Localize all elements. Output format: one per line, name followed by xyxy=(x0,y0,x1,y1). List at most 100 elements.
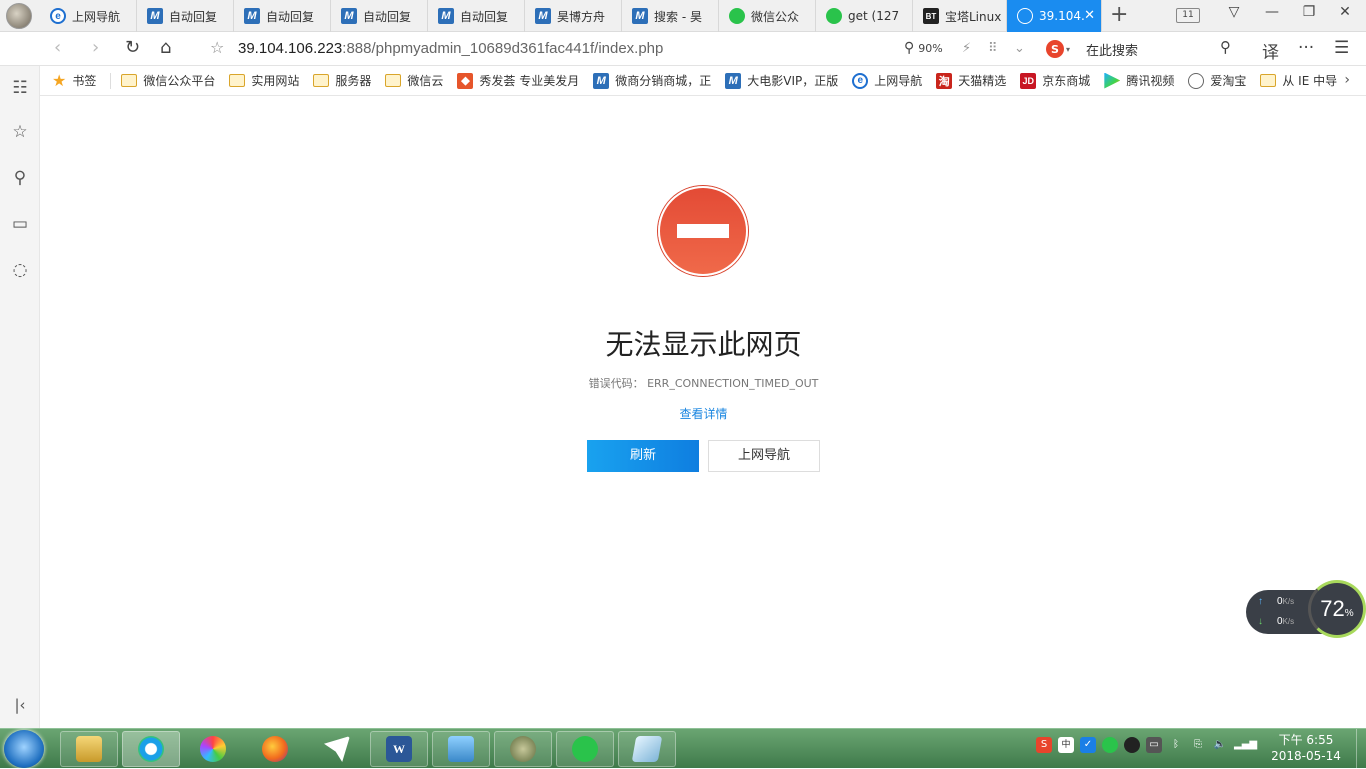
tab-haobo-fangzhou[interactable]: M 昊博方舟 xyxy=(525,0,622,32)
search-icon[interactable]: ⚲ xyxy=(1220,38,1231,56)
search-placeholder: 在此搜索 xyxy=(1086,43,1139,59)
url-path: :888/phpmyadmin_10689d361fac441f/index.p… xyxy=(342,40,664,57)
home-button[interactable]: ⌂ xyxy=(160,38,171,58)
start-button[interactable] xyxy=(4,730,44,768)
usb-icon[interactable]: ⎘ xyxy=(1190,737,1206,753)
taskbar-browser[interactable] xyxy=(122,731,180,767)
chevron-right-icon[interactable]: › xyxy=(1344,72,1350,88)
tab-auto-reply-1[interactable]: M 自动回复 xyxy=(137,0,234,32)
bookmark-folder-useful-sites[interactable]: 实用网站 xyxy=(229,72,299,89)
folder-icon xyxy=(385,74,402,87)
minimize-button[interactable]: — xyxy=(1260,4,1284,20)
search-box[interactable]: S ▾ 在此搜索 xyxy=(1046,37,1242,61)
bookmark-tmall[interactable]: 淘 天猫精选 xyxy=(936,72,1006,89)
bookmark-weishang[interactable]: M 微商分销商城，正 xyxy=(593,72,711,89)
percent-sign: % xyxy=(1344,607,1354,619)
bookmark-folder-wechat-platform[interactable]: 微信公众平台 xyxy=(121,72,215,89)
bookmark-folder-from-ie[interactable]: 从 IE 中导 xyxy=(1260,72,1337,89)
web-navigation-button[interactable]: 上网导航 xyxy=(708,440,820,472)
video-icon[interactable]: ▭ xyxy=(10,214,30,234)
new-tab-button[interactable]: + xyxy=(1110,4,1128,26)
signal-icon[interactable]: ▂▄▆ xyxy=(1234,737,1257,753)
user-avatar[interactable] xyxy=(6,3,32,29)
tab-auto-reply-3[interactable]: M 自动回复 xyxy=(331,0,428,32)
search-icon[interactable]: ⚲ xyxy=(10,168,30,188)
tab-active-ip[interactable]: 39.104. ✕ xyxy=(1007,0,1102,32)
taskbar-notepad[interactable] xyxy=(618,731,676,767)
tab-shangwang-daohang[interactable]: e 上网导航 xyxy=(40,0,137,32)
taskbar-photos[interactable] xyxy=(184,731,242,767)
favorites-star-icon[interactable]: ☆ xyxy=(10,122,30,142)
m-icon: M xyxy=(632,8,648,24)
bookmark-xiufahui[interactable]: ◆ 秀发荟 专业美发月 xyxy=(457,72,579,89)
more-button[interactable]: ··· xyxy=(1298,38,1314,58)
pin-icon[interactable]: ▽ xyxy=(1222,4,1246,20)
reading-list-icon[interactable]: ☷ xyxy=(10,78,30,98)
lightning-icon[interactable]: ⚡ xyxy=(962,41,971,56)
volume-icon[interactable]: 🔈 xyxy=(1212,737,1228,753)
tab-search[interactable]: M 搜索 - 昊 xyxy=(622,0,719,32)
bookmark-jd[interactable]: JD 京东商城 xyxy=(1020,72,1090,89)
tab-get[interactable]: get (127 xyxy=(816,0,913,32)
address-bar[interactable]: 39.104.106.223:888/phpmyadmin_10689d361f… xyxy=(238,40,663,57)
view-details-link[interactable]: 查看详情 xyxy=(41,405,1366,422)
show-desktop-button[interactable] xyxy=(1356,729,1366,769)
zoom-icon: ⚲ xyxy=(904,40,915,56)
taskbar-feishu[interactable] xyxy=(308,731,366,767)
collapse-sidebar-icon[interactable]: |‹ xyxy=(10,696,30,714)
bookmark-folder-wechat-cloud[interactable]: 微信云 xyxy=(385,72,443,89)
reload-button[interactable]: ↻ xyxy=(125,38,140,58)
tab-bar: e 上网导航 M 自动回复 M 自动回复 M 自动回复 M 自动回复 M 昊博方… xyxy=(0,0,1366,32)
m-icon: M xyxy=(438,8,454,24)
tab-auto-reply-2[interactable]: M 自动回复 xyxy=(234,0,331,32)
tab-count-badge[interactable]: 11 xyxy=(1176,8,1200,23)
taskbar-app-avatar[interactable] xyxy=(494,731,552,767)
back-button[interactable]: ‹ xyxy=(54,38,61,58)
tab-baota-linux[interactable]: BT 宝塔Linux xyxy=(913,0,1007,32)
grid-icon[interactable]: ⠿ xyxy=(988,41,998,56)
download-unit: K/s xyxy=(1282,617,1295,626)
qq-icon[interactable] xyxy=(1124,737,1140,753)
taskbar-image-viewer[interactable] xyxy=(432,731,490,767)
taskbar-file-explorer[interactable] xyxy=(60,731,118,767)
taskbar-firefox[interactable] xyxy=(246,731,304,767)
network-speed-widget[interactable]: ↑ 0K/s ↓ 0K/s 72% xyxy=(1246,580,1366,638)
menu-icon[interactable]: ☰ xyxy=(1334,38,1349,58)
language-icon[interactable]: 中 xyxy=(1058,737,1074,753)
sogou-search-icon[interactable]: S xyxy=(1046,40,1064,58)
bookmark-folder-servers[interactable]: 服务器 xyxy=(313,72,371,89)
tab-wechat-public[interactable]: 微信公众 xyxy=(719,0,816,32)
monitor-icon[interactable]: ▭ xyxy=(1146,737,1162,753)
bookmark-tencent-video[interactable]: 腾讯视频 xyxy=(1104,72,1174,89)
taskbar-wechat[interactable] xyxy=(556,731,614,767)
close-tab-icon[interactable]: ✕ xyxy=(1084,8,1095,23)
url-host: 39.104.106.223 xyxy=(238,40,343,57)
sogou-icon[interactable]: S xyxy=(1036,737,1052,753)
chevron-down-icon[interactable]: ▾ xyxy=(1066,45,1070,54)
forward-button[interactable]: › xyxy=(92,38,99,58)
wechat-icon[interactable] xyxy=(1102,737,1118,753)
close-window-button[interactable]: ✕ xyxy=(1333,4,1357,20)
bluetooth-icon[interactable]: ᛒ xyxy=(1168,737,1184,753)
clock[interactable]: 下午 6:55 2018-05-14 xyxy=(1266,732,1346,764)
bookmark-label: 爱淘宝 xyxy=(1210,74,1247,88)
memory-usage-gauge[interactable]: 72% xyxy=(1308,580,1366,638)
taskbar-word[interactable]: W xyxy=(370,731,428,767)
sidebar: ☷ ☆ ⚲ ▭ ◌ |‹ xyxy=(0,66,40,728)
refresh-button[interactable]: 刷新 xyxy=(587,440,699,472)
bookmark-shangwang-daohang[interactable]: e 上网导航 xyxy=(852,72,922,89)
bookmarks-bar: ★ 书签 微信公众平台 实用网站 服务器 微信云 ◆ 秀发荟 专业美发月 M 微… xyxy=(0,66,1366,96)
bookmark-aitaobao[interactable]: 爱淘宝 xyxy=(1188,72,1246,89)
chevron-down-icon[interactable]: ⌄ xyxy=(1014,41,1025,56)
tab-auto-reply-4[interactable]: M 自动回复 xyxy=(428,0,525,32)
bookmark-movie-vip[interactable]: M 大电影VIP，正版 xyxy=(725,72,838,89)
navigation-bar: ‹ › ↻ ⌂ ☆ 39.104.106.223:888/phpmyadmin_… xyxy=(0,32,1366,66)
translate-button[interactable]: 译 xyxy=(1262,38,1279,63)
wechat-icon xyxy=(729,8,745,24)
restore-button[interactable]: ❐ xyxy=(1297,4,1321,20)
bookmark-bookmarks[interactable]: ★ 书签 xyxy=(52,72,96,89)
zoom-control[interactable]: ⚲ 90% xyxy=(904,40,943,56)
shield-icon[interactable]: ✓ xyxy=(1080,737,1096,753)
bookmark-star-icon[interactable]: ☆ xyxy=(210,38,224,58)
chat-icon[interactable]: ◌ xyxy=(10,260,30,280)
